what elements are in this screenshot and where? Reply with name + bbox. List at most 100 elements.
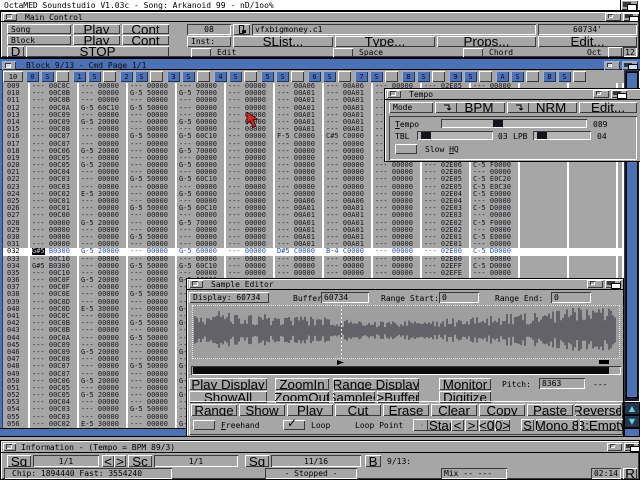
loop-nav--button[interactable]: > xyxy=(465,419,478,431)
note-cell-r020-t10[interactable] xyxy=(520,162,569,169)
track-1-button[interactable]: 1 xyxy=(73,71,86,82)
note-cell-r019-t5[interactable]: --- 00000 xyxy=(275,155,324,162)
note-cell-r035-t2[interactable]: --- 00000 xyxy=(128,270,177,277)
note-cell-r056-t2[interactable]: --- 00000 xyxy=(128,421,177,428)
note-cell-r020-t5[interactable]: --- 00000 xyxy=(275,162,324,169)
song-cont-button[interactable]: Cont xyxy=(122,24,169,34)
note-cell-r030-t0[interactable]: --- 00000 xyxy=(30,234,79,241)
edit-clear-button[interactable]: Clear xyxy=(431,404,477,416)
note-cell-r039-t1[interactable]: --- 00000 xyxy=(79,299,128,306)
note-cell-r032-t5[interactable]: D#5 C0000 xyxy=(275,248,324,255)
note-cell-r049-t2[interactable]: --- 00000 xyxy=(128,371,177,378)
note-cell-r017-t5[interactable]: --- 00000 xyxy=(275,141,324,148)
note-cell-r018-t6[interactable]: --- 00000 xyxy=(324,148,373,155)
note-cell-r031-t0[interactable]: --- 00000 xyxy=(30,241,79,248)
edit-erase-button[interactable]: Erase xyxy=(383,404,429,416)
instrument-number[interactable]: 08 xyxy=(187,24,231,35)
track-A-button[interactable]: A xyxy=(496,71,509,82)
note-cell-r020-t8[interactable]: --- 02E06 xyxy=(422,162,471,169)
note-cell-r042-t0[interactable]: --- 00C0B xyxy=(30,320,79,327)
track-7-button[interactable]: 7 xyxy=(355,71,368,82)
zoom-gadget[interactable] xyxy=(587,280,603,288)
note-cell-r034-t7[interactable]: --- 00000 xyxy=(373,263,422,270)
depth-gadget[interactable] xyxy=(611,90,627,98)
pitch-field[interactable]: 8363 xyxy=(539,378,585,389)
note-cell-r018-t5[interactable]: --- 00000 xyxy=(275,148,324,155)
close-gadget[interactable] xyxy=(387,90,401,98)
note-cell-r047-t0[interactable]: --- 00C08 xyxy=(30,356,79,363)
note-cell-r044-t0[interactable]: --- 00C0A xyxy=(30,335,79,342)
note-cell-r048-t0[interactable]: --- 00C07 xyxy=(30,363,79,370)
note-cell-r022-t4[interactable]: --- 00000 xyxy=(226,176,275,183)
note-cell-r026-t8[interactable]: --- 02E03 xyxy=(422,205,471,212)
note-cell-r024-t0[interactable]: --- 00C02 xyxy=(30,191,79,198)
zoom-gadget[interactable] xyxy=(604,61,620,70)
track-8-button[interactable]: 8 xyxy=(402,71,415,82)
note-cell-r031-t6[interactable]: --- 00A01 xyxy=(324,241,373,248)
d-button[interactable]: D xyxy=(7,46,24,57)
note-cell-r033-t0[interactable]: --- 00C10 xyxy=(30,256,79,263)
chord-checkbox[interactable] xyxy=(463,48,483,57)
note-cell-r025-t7[interactable]: --- 00000 xyxy=(373,198,422,205)
note-cell-r038-t0[interactable]: --- 00C0E xyxy=(30,291,79,298)
note-cell-r033-t2[interactable]: --- 00000 xyxy=(128,256,177,263)
note-cell-r023-t8[interactable]: --- 02E05 xyxy=(422,184,471,191)
note-cell-r011-t2[interactable]: --- 00000 xyxy=(128,97,177,104)
note-cell-r047-t2[interactable]: --- 00000 xyxy=(128,356,177,363)
note-cell-r024-t8[interactable]: --- 02E04 xyxy=(422,191,471,198)
note-cell-r034-t9[interactable]: C-5 D0000 xyxy=(471,263,520,270)
scroll-down-button[interactable]: ▼ xyxy=(624,415,640,428)
note-cell-r023-t4[interactable]: --- 00000 xyxy=(226,184,275,191)
note-cell-r010-t4[interactable]: --- 00000 xyxy=(226,90,275,97)
note-cell-r014-t1[interactable]: G-5 20000 xyxy=(79,119,128,126)
sampler-play-display-button[interactable]: Play Display xyxy=(189,378,267,390)
track-1-solo-button[interactable]: S xyxy=(88,71,101,82)
note-cell-r019-t1[interactable]: --- 00000 xyxy=(79,155,128,162)
note-cell-r027-t2[interactable]: --- 00000 xyxy=(128,212,177,219)
track-0-button[interactable]: 0 xyxy=(26,71,39,82)
note-cell-r016-t0[interactable]: --- 00C07 xyxy=(30,133,79,140)
note-cell-r029-t6[interactable]: --- 00A01 xyxy=(324,227,373,234)
note-cell-r027-t8[interactable]: --- 02E03 xyxy=(422,212,471,219)
note-cell-r021-t2[interactable]: --- 00000 xyxy=(128,169,177,176)
edit-range-button[interactable]: Range xyxy=(191,404,237,416)
note-cell-r012-t2[interactable]: G-5 50000 xyxy=(128,105,177,112)
note-cell-r030-t9[interactable]: C-5 E0000 xyxy=(471,234,520,241)
note-cell-r052-t1[interactable]: G-5 20000 xyxy=(79,392,128,399)
note-cell-r026-t11[interactable] xyxy=(569,205,618,212)
range-end-field[interactable]: 0 xyxy=(551,292,591,303)
note-cell-r012-t5[interactable]: --- 00A01 xyxy=(275,105,324,112)
note-cell-r026-t9[interactable]: C-5 D0000 xyxy=(471,205,520,212)
loop-point-line[interactable] xyxy=(341,305,342,359)
track-B-button[interactable]: B xyxy=(543,71,556,82)
note-cell-r027-t5[interactable]: --- 00A01 xyxy=(275,212,324,219)
note-cell-r018-t2[interactable]: --- 00000 xyxy=(128,148,177,155)
note-cell-r021-t8[interactable]: --- 02E06 xyxy=(422,169,471,176)
note-cell-r056-t1[interactable]: E-5 30000 xyxy=(79,421,128,428)
track-7-solo-button[interactable]: S xyxy=(370,71,383,82)
note-cell-r036-t2[interactable]: --- 00000 xyxy=(128,277,177,284)
note-cell-r010-t1[interactable]: --- 00000 xyxy=(79,90,128,97)
note-cell-r033-t9[interactable]: --- 00000 xyxy=(471,256,520,263)
note-cell-r016-t2[interactable]: G-5 50000 xyxy=(128,133,177,140)
tempo-edit-button[interactable]: Edit... xyxy=(579,102,637,113)
note-cell-r019-t4[interactable]: --- 00000 xyxy=(226,155,275,162)
mono-mode-button[interactable]: Mono 8 xyxy=(536,419,578,431)
note-cell-r045-t1[interactable]: --- 00000 xyxy=(79,342,128,349)
note-cell-r030-t7[interactable]: --- 00000 xyxy=(373,234,422,241)
note-cell-r054-t1[interactable]: --- 00000 xyxy=(79,406,128,413)
note-cell-r015-t5[interactable]: --- 00A01 xyxy=(275,126,324,133)
instrument-name-field[interactable]: vfxbigmoney.c1 xyxy=(252,24,536,35)
note-cell-r053-t0[interactable]: --- 00C04 xyxy=(30,399,79,406)
note-cell-r011-t1[interactable]: --- 00000 xyxy=(79,97,128,104)
note-cell-r033-t1[interactable]: --- 00000 xyxy=(79,256,128,263)
note-cell-r035-t3[interactable]: --- 00000 xyxy=(177,270,226,277)
note-cell-r055-t2[interactable]: --- 00000 xyxy=(128,414,177,421)
track-B-solo-button[interactable]: S xyxy=(558,71,571,82)
zoom-gadget[interactable] xyxy=(605,13,621,21)
note-cell-r013-t3[interactable]: --- 00000 xyxy=(177,112,226,119)
note-cell-r031-t4[interactable]: --- 00000 xyxy=(226,241,275,248)
section-button[interactable]: Sc xyxy=(128,455,152,467)
note-cell-r017-t2[interactable]: --- 00000 xyxy=(128,141,177,148)
note-cell-r018-t1[interactable]: G-5 20000 xyxy=(79,148,128,155)
